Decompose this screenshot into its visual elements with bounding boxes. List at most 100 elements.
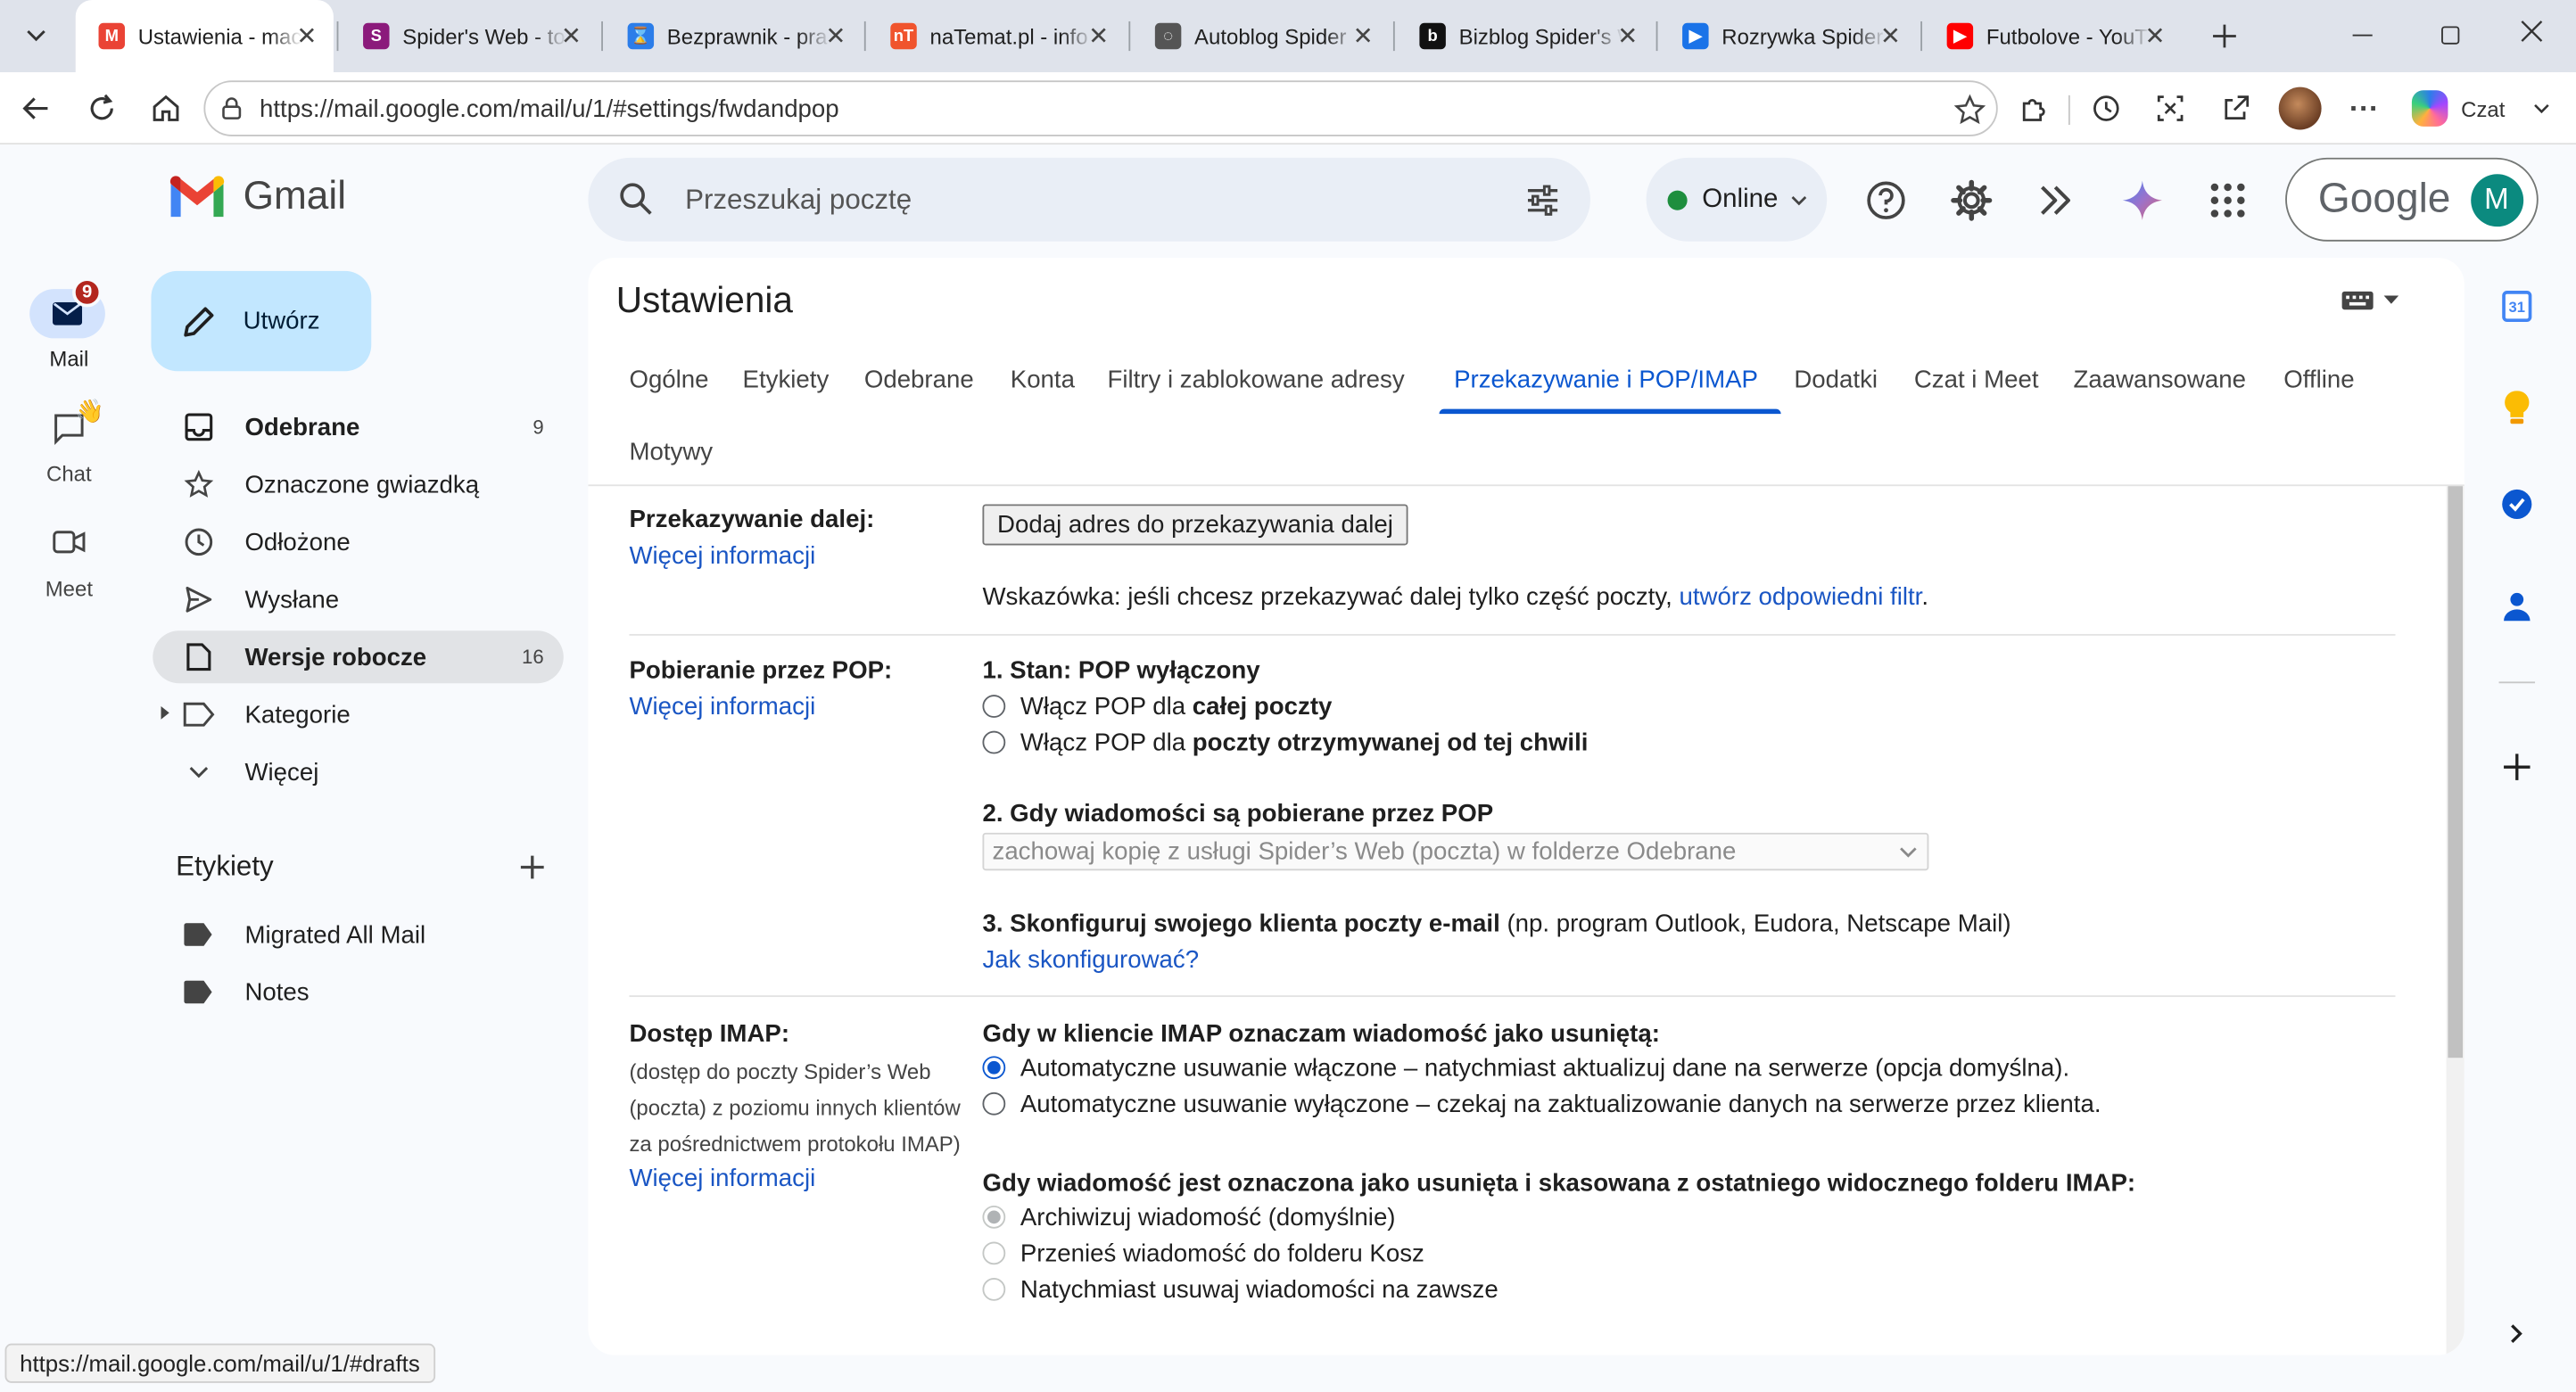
minimize-button[interactable] <box>2352 34 2373 37</box>
settings-tab[interactable]: Czat i Meet <box>1914 367 2039 394</box>
nav-inbox[interactable]: Odebrane 9 <box>153 400 563 453</box>
browser-tab[interactable]: ▶ Futbolove - YouT ✕ <box>1924 0 2182 72</box>
back-button[interactable] <box>16 88 55 128</box>
maximize-button[interactable] <box>2441 26 2460 45</box>
share-button[interactable] <box>2217 88 2256 128</box>
settings-button[interactable] <box>1950 179 1993 230</box>
browser-tab[interactable]: ◌ Autoblog Spider ✕ <box>1132 0 1390 72</box>
settings-tab[interactable]: Offline <box>2283 367 2354 394</box>
browser-tab[interactable]: S Spider's Web - to ✕ <box>340 0 598 72</box>
keep-button[interactable] <box>2502 390 2531 434</box>
imap-auto-expunge-on-radio[interactable] <box>982 1056 1006 1080</box>
input-tools-button[interactable] <box>2341 291 2399 310</box>
imap-delete-forever-option[interactable]: Natychmiast usuwaj wiadomości na zawsze <box>982 1276 1499 1304</box>
compose-button[interactable]: Utwórz <box>151 270 372 372</box>
imap-more-info-link[interactable]: Więcej informacji <box>629 1165 815 1192</box>
nav-more[interactable]: Więcej <box>153 745 563 798</box>
site-info-icon[interactable] <box>219 95 244 121</box>
browser-tab[interactable]: b Bizblog Spider's W ✕ <box>1397 0 1655 72</box>
nav-sent[interactable]: Wysłane <box>153 573 563 626</box>
search-icon[interactable] <box>618 181 655 218</box>
imap-delete-forever-radio[interactable] <box>982 1278 1006 1301</box>
screenshot-button[interactable] <box>2151 88 2190 128</box>
extensions-button[interactable] <box>2014 88 2053 128</box>
forwarding-more-info-link[interactable]: Więcej informacji <box>629 542 815 570</box>
browser-tab[interactable]: ⌛ Bezprawnik - pra ✕ <box>605 0 863 72</box>
contacts-button[interactable] <box>2502 589 2531 630</box>
browser-tab[interactable]: ▶ Rozrywka Spider ✕ <box>1659 0 1917 72</box>
settings-tab[interactable]: Dodatki <box>1794 367 1878 394</box>
create-filter-link[interactable]: utwórz odpowiedni filtr <box>1680 583 1922 611</box>
close-window-button[interactable] <box>2520 20 2546 49</box>
rail-mail[interactable]: 9 Mail <box>13 277 119 381</box>
imap-auto-expunge-on-option[interactable]: Automatyczne usuwanie włączone – natychm… <box>982 1054 2069 1083</box>
scrollbar-thumb[interactable] <box>2448 486 2464 1058</box>
home-button[interactable] <box>146 88 186 128</box>
settings-tab[interactable]: Etykiety <box>743 367 830 394</box>
pop-new-mail-option[interactable]: Włącz POP dla poczty otrzymywanej od tej… <box>982 729 1588 757</box>
profile-avatar[interactable] <box>2278 86 2322 130</box>
search-bar[interactable]: Przeszukaj pocztę <box>588 157 1590 242</box>
tab-close-icon[interactable]: ✕ <box>1353 21 1374 51</box>
pop-more-info-link[interactable]: Więcej informacji <box>629 693 815 721</box>
tab-close-icon[interactable]: ✕ <box>1088 21 1109 51</box>
nav-drafts[interactable]: Wersje robocze 16 <box>153 630 564 684</box>
hide-side-panel-button[interactable] <box>2507 1322 2527 1354</box>
imap-archive-radio[interactable] <box>982 1206 1006 1229</box>
pop-all-mail-radio[interactable] <box>982 695 1006 718</box>
add-label-button[interactable] <box>517 852 547 890</box>
tab-close-icon[interactable]: ✕ <box>825 21 846 51</box>
new-tab-button[interactable] <box>2205 16 2244 55</box>
google-apps-button[interactable] <box>2209 181 2248 228</box>
browser-tab[interactable]: nT naTemat.pl - info ✕ <box>868 0 1126 72</box>
tab-close-icon[interactable]: ✕ <box>1880 21 1901 51</box>
imap-auto-expunge-off-radio[interactable] <box>982 1091 1006 1116</box>
search-input[interactable]: Przeszukaj pocztę <box>685 184 912 217</box>
imap-auto-expunge-off-option[interactable]: Automatyczne usuwanie wyłączone – czekaj… <box>982 1091 2101 1118</box>
nav-starred[interactable]: Oznaczone gwiazdką <box>153 458 563 511</box>
tab-close-icon[interactable]: ✕ <box>561 21 582 51</box>
status-button[interactable]: Online <box>1646 157 1828 242</box>
copilot-chevron[interactable] <box>2531 97 2554 128</box>
settings-tab[interactable]: Odebrane <box>864 367 974 394</box>
address-bar[interactable]: https://mail.google.com/mail/u/1/#settin… <box>203 80 1998 136</box>
calendar-button[interactable]: 31 <box>2502 291 2532 323</box>
tasks-button[interactable] <box>2500 488 2533 529</box>
get-addons-button[interactable] <box>2500 751 2533 792</box>
tab-close-icon[interactable]: ✕ <box>1617 21 1638 51</box>
label-item[interactable]: Notes <box>153 966 563 1018</box>
settings-tab[interactable]: Filtry i zablokowane adresy <box>1107 367 1404 394</box>
label-item[interactable]: Migrated All Mail <box>153 909 563 961</box>
pop-action-select[interactable]: zachowaj kopię z usługi Spider’s Web (po… <box>982 832 1929 871</box>
settings-tab[interactable]: Ogólne <box>629 367 708 394</box>
pop-new-mail-radio[interactable] <box>982 730 1006 754</box>
copilot-button[interactable]: Czat <box>2402 84 2511 133</box>
tab-search-button[interactable] <box>13 15 60 58</box>
apps-script-button[interactable] <box>2035 179 2078 230</box>
nav-categories[interactable]: Kategorie <box>153 688 563 741</box>
more-menu-button[interactable]: ··· <box>2344 88 2383 128</box>
imap-trash-radio[interactable] <box>982 1241 1006 1265</box>
scrollbar-track[interactable] <box>2446 486 2465 1355</box>
pop-config-link[interactable]: Jak skonfigurować? <box>982 946 1199 974</box>
settings-tab[interactable]: Motywy <box>629 439 713 466</box>
support-button[interactable] <box>1865 179 1908 230</box>
expand-arrow-icon[interactable] <box>161 706 169 720</box>
search-options-icon[interactable] <box>1524 182 1561 218</box>
settings-tab[interactable]: Zaawansowane <box>2073 367 2246 394</box>
pop-all-mail-option[interactable]: Włącz POP dla całej poczty <box>982 693 1332 721</box>
settings-tab[interactable]: Przekazywanie i POP/IMAP <box>1454 367 1758 394</box>
imap-trash-option[interactable]: Przenieś wiadomość do folderu Kosz <box>982 1240 1424 1268</box>
tab-close-icon[interactable]: ✕ <box>2144 21 2165 51</box>
imap-archive-option[interactable]: Archiwizuj wiadomość (domyślnie) <box>982 1204 1396 1231</box>
add-forwarding-address-button[interactable]: Dodaj adres do przekazywania dalej <box>982 504 1408 546</box>
reload-button[interactable] <box>82 88 121 128</box>
star-icon[interactable] <box>1953 94 1986 127</box>
account-button[interactable]: Google M <box>2285 157 2539 242</box>
gemini-button[interactable] <box>2121 179 2164 230</box>
rail-meet[interactable]: Meet <box>13 519 119 611</box>
nav-snoozed[interactable]: Odłożone <box>153 515 563 568</box>
settings-tab[interactable]: Konta <box>1011 367 1075 394</box>
browser-tab[interactable]: M Ustawienia - mac ✕ <box>75 0 334 73</box>
history-button[interactable] <box>2086 88 2126 128</box>
